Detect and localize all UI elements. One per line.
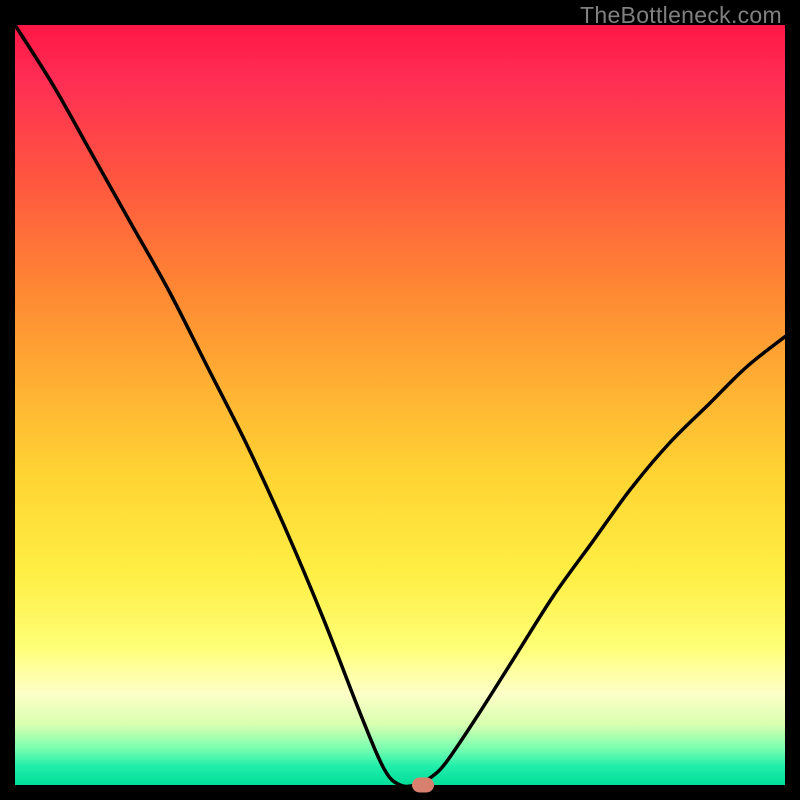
bottleneck-curve (15, 25, 785, 785)
chart-plot-area (15, 25, 785, 785)
minimum-marker (412, 778, 434, 793)
watermark-text: TheBottleneck.com (580, 2, 782, 29)
